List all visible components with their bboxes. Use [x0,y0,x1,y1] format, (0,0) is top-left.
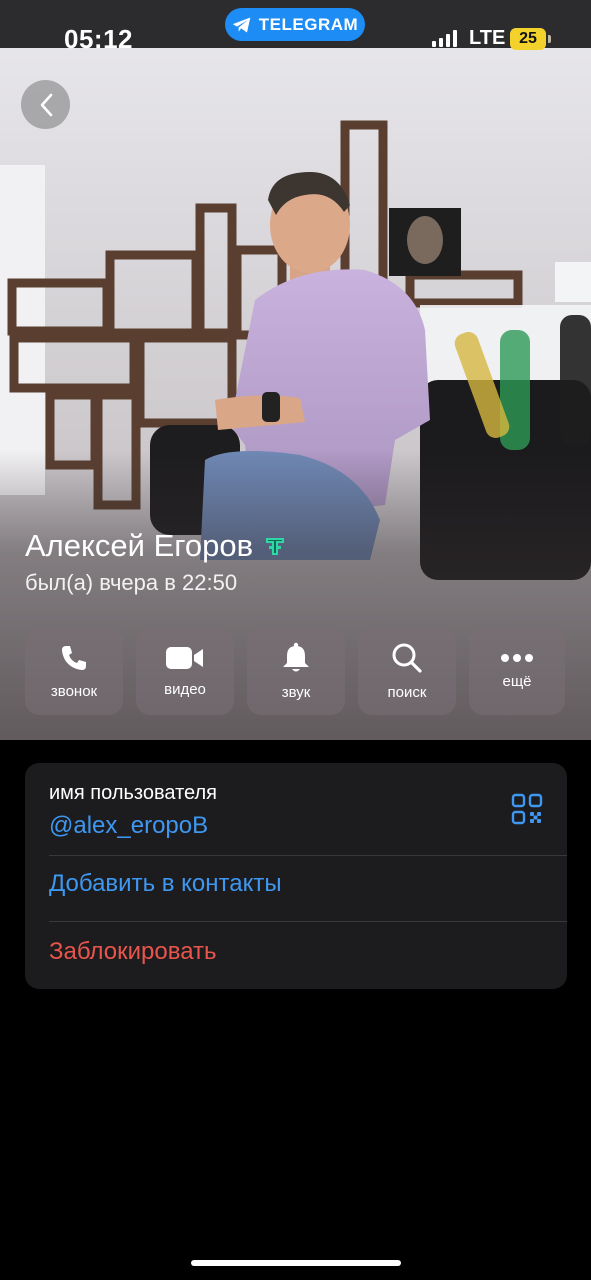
telegram-app-pill[interactable]: TELEGRAM [225,8,365,41]
battery-cap [548,35,551,43]
telegram-plane-icon [232,17,251,32]
video-button-label: видео [164,681,206,698]
block-user-button[interactable]: Заблокировать [49,938,217,966]
call-button[interactable]: звонок [25,628,123,715]
search-icon [392,643,422,673]
video-button[interactable]: видео [136,628,234,715]
home-indicator[interactable] [191,1260,401,1266]
app-pill-label: TELEGRAM [258,14,359,34]
more-button[interactable]: ещё [469,628,565,715]
username-label: имя пользователя [49,782,217,804]
more-button-label: ещё [502,673,532,690]
username-row[interactable]: имя пользователя @alex_eropoB [25,763,567,855]
search-button-label: поиск [387,684,427,701]
username-link[interactable]: @alex_eropoB [49,812,208,840]
profile-name-row: Алексей Егоров [25,528,287,564]
phone-icon [62,646,86,670]
call-button-label: звонок [50,683,98,700]
telegram-profile-screen: 05:12 TELEGRAM LTE 25 Алексей Егоров был… [0,0,591,1280]
battery-icon: 25 [510,28,546,50]
bell-icon [283,642,309,672]
chevron-left-icon [40,93,52,116]
sound-button[interactable]: звук [247,628,345,715]
more-dots-icon [501,654,533,662]
profile-info-card: имя пользователя @alex_eropoB Добавить в… [25,763,567,989]
profile-photo-header[interactable]: 05:12 TELEGRAM LTE 25 Алексей Егоров был… [0,0,591,740]
network-type: LTE [469,27,506,49]
signal-icon [432,30,457,47]
profile-action-bar: звонок видео звук поиск ещё [25,628,565,715]
telegram-premium-badge-icon[interactable] [263,534,287,558]
back-button[interactable] [21,80,70,129]
profile-name: Алексей Егоров [25,528,254,563]
search-button[interactable]: поиск [358,628,456,715]
status-time: 05:12 [64,24,133,54]
block-row[interactable]: Заблокировать [25,921,567,989]
sound-button-label: звук [281,684,311,701]
add-contact-button[interactable]: Добавить в контакты [49,870,282,898]
add-contact-row[interactable]: Добавить в контакты [25,855,567,921]
last-seen-status: был(а) вчера в 22:50 [25,570,238,595]
qr-code-icon[interactable] [511,793,543,825]
video-camera-icon [166,647,203,669]
